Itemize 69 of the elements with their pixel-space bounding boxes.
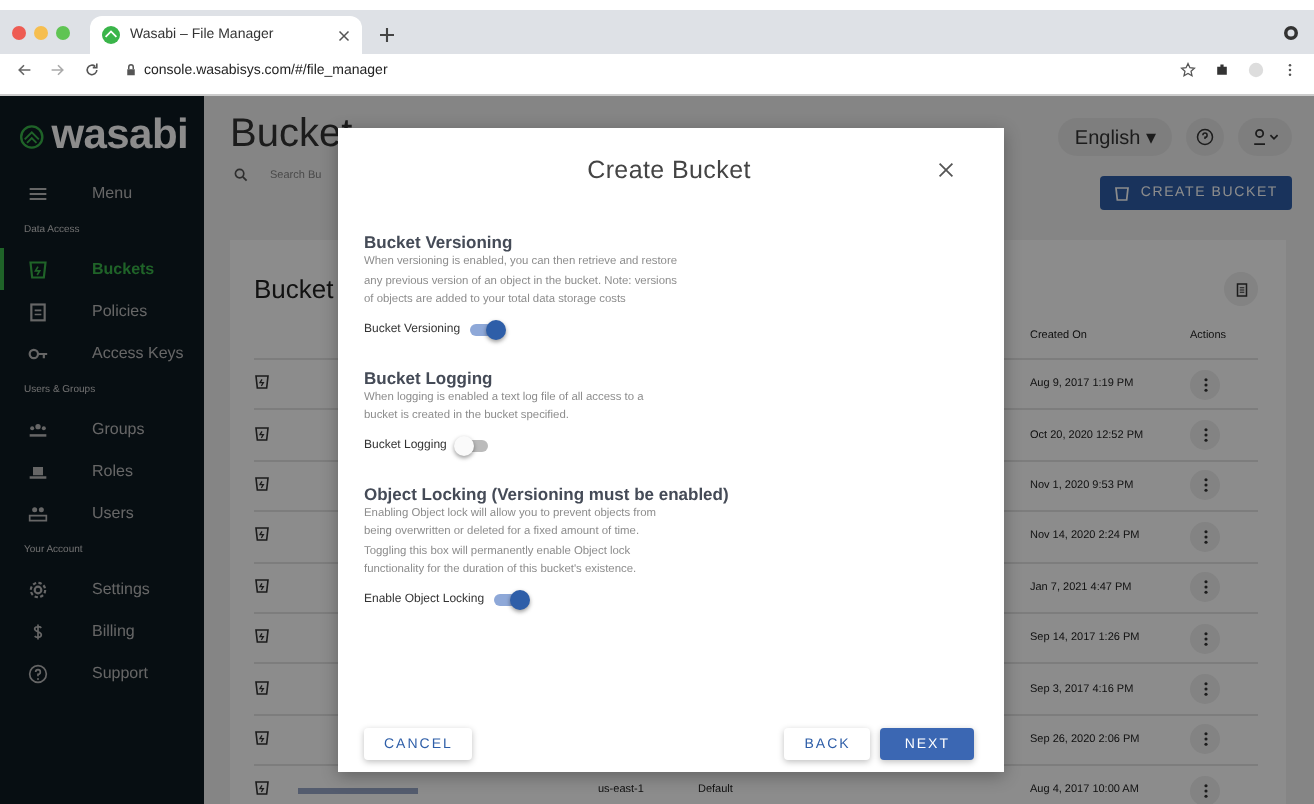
logo-wordmark: wasabi <box>51 112 188 160</box>
help-button[interactable] <box>1186 118 1224 156</box>
section-heading: Bucket Versioning <box>364 232 515 252</box>
toggle-switch[interactable] <box>470 323 503 335</box>
row-actions-button[interactable] <box>1190 369 1220 400</box>
maximize-window-dot[interactable] <box>56 25 70 39</box>
close-icon[interactable] <box>938 162 954 178</box>
help-icon <box>28 663 48 683</box>
reload-icon[interactable] <box>84 62 100 78</box>
dollar-icon <box>28 621 48 641</box>
profile-icon[interactable] <box>1248 62 1264 78</box>
bucket-icon <box>1114 185 1131 201</box>
record-icon <box>1284 26 1298 40</box>
sidebar-item[interactable]: Policies <box>0 290 204 332</box>
row-actions-button[interactable] <box>1190 674 1220 705</box>
key-icon <box>28 343 48 363</box>
toggle-switch[interactable] <box>494 593 527 605</box>
row-actions-button[interactable] <box>1190 775 1220 804</box>
help-icon <box>1196 128 1214 146</box>
row-actions-button[interactable] <box>1190 572 1220 603</box>
sidebar-item[interactable]: Buckets <box>0 248 204 290</box>
sidebar-item[interactable]: Menu <box>0 172 204 214</box>
toggle-switch[interactable] <box>456 439 489 451</box>
bucket-icon <box>28 259 48 279</box>
gear-icon <box>28 579 48 599</box>
row-actions-button[interactable] <box>1190 724 1220 755</box>
row-actions-button[interactable] <box>1190 623 1220 654</box>
bucket-icon <box>254 729 270 746</box>
bucket-icon <box>254 374 270 391</box>
delete-button[interactable] <box>1224 272 1258 306</box>
forward-arrow-icon[interactable] <box>50 62 66 78</box>
row-actions-button[interactable] <box>1190 470 1220 501</box>
sidebar-item[interactable]: Roles <box>0 450 204 492</box>
search-icon <box>234 168 248 182</box>
sidebar-item[interactable]: Settings <box>0 568 204 610</box>
bucket-icon <box>254 526 270 543</box>
dialog-title: Create Bucket <box>587 156 751 184</box>
sidebar-item[interactable]: Users <box>0 492 204 534</box>
close-icon[interactable] <box>338 29 350 41</box>
bucket-name-bar <box>298 787 418 794</box>
bucket-icon <box>254 679 270 696</box>
section-heading: Bucket Logging <box>364 367 495 387</box>
hat-icon <box>28 461 48 481</box>
back-arrow-icon[interactable] <box>16 62 32 78</box>
star-icon[interactable] <box>1180 62 1196 78</box>
person-caret-icon <box>1252 128 1278 146</box>
bucket-icon <box>254 425 270 442</box>
bucket-icon <box>254 628 270 645</box>
new-tab-icon[interactable] <box>380 28 394 42</box>
language-dropdown[interactable]: English ▾ <box>1058 118 1172 156</box>
bucket-icon <box>254 780 270 797</box>
row-actions-button[interactable] <box>1190 420 1220 451</box>
users-icon <box>28 503 48 523</box>
card-title: Bucket <box>254 274 334 304</box>
section-heading: Object Locking (Versioning must be enabled) <box>364 483 731 503</box>
sidebar-item[interactable]: Groups <box>0 408 204 450</box>
account-menu-button[interactable] <box>1238 118 1292 156</box>
row-actions-button[interactable] <box>1190 521 1220 552</box>
sidebar-item[interactable]: Access Keys <box>0 332 204 374</box>
sidebar-item[interactable]: Billing <box>0 610 204 652</box>
minimize-window-dot[interactable] <box>34 25 48 39</box>
bucket-icon <box>254 577 270 594</box>
bucket-icon <box>254 475 270 492</box>
sidebar-item[interactable]: Support <box>0 652 204 694</box>
lock-icon <box>126 64 136 76</box>
menu-icon <box>28 183 48 203</box>
group-icon <box>28 419 48 439</box>
close-window-dot[interactable] <box>12 25 26 39</box>
clipboard-icon <box>28 301 48 321</box>
